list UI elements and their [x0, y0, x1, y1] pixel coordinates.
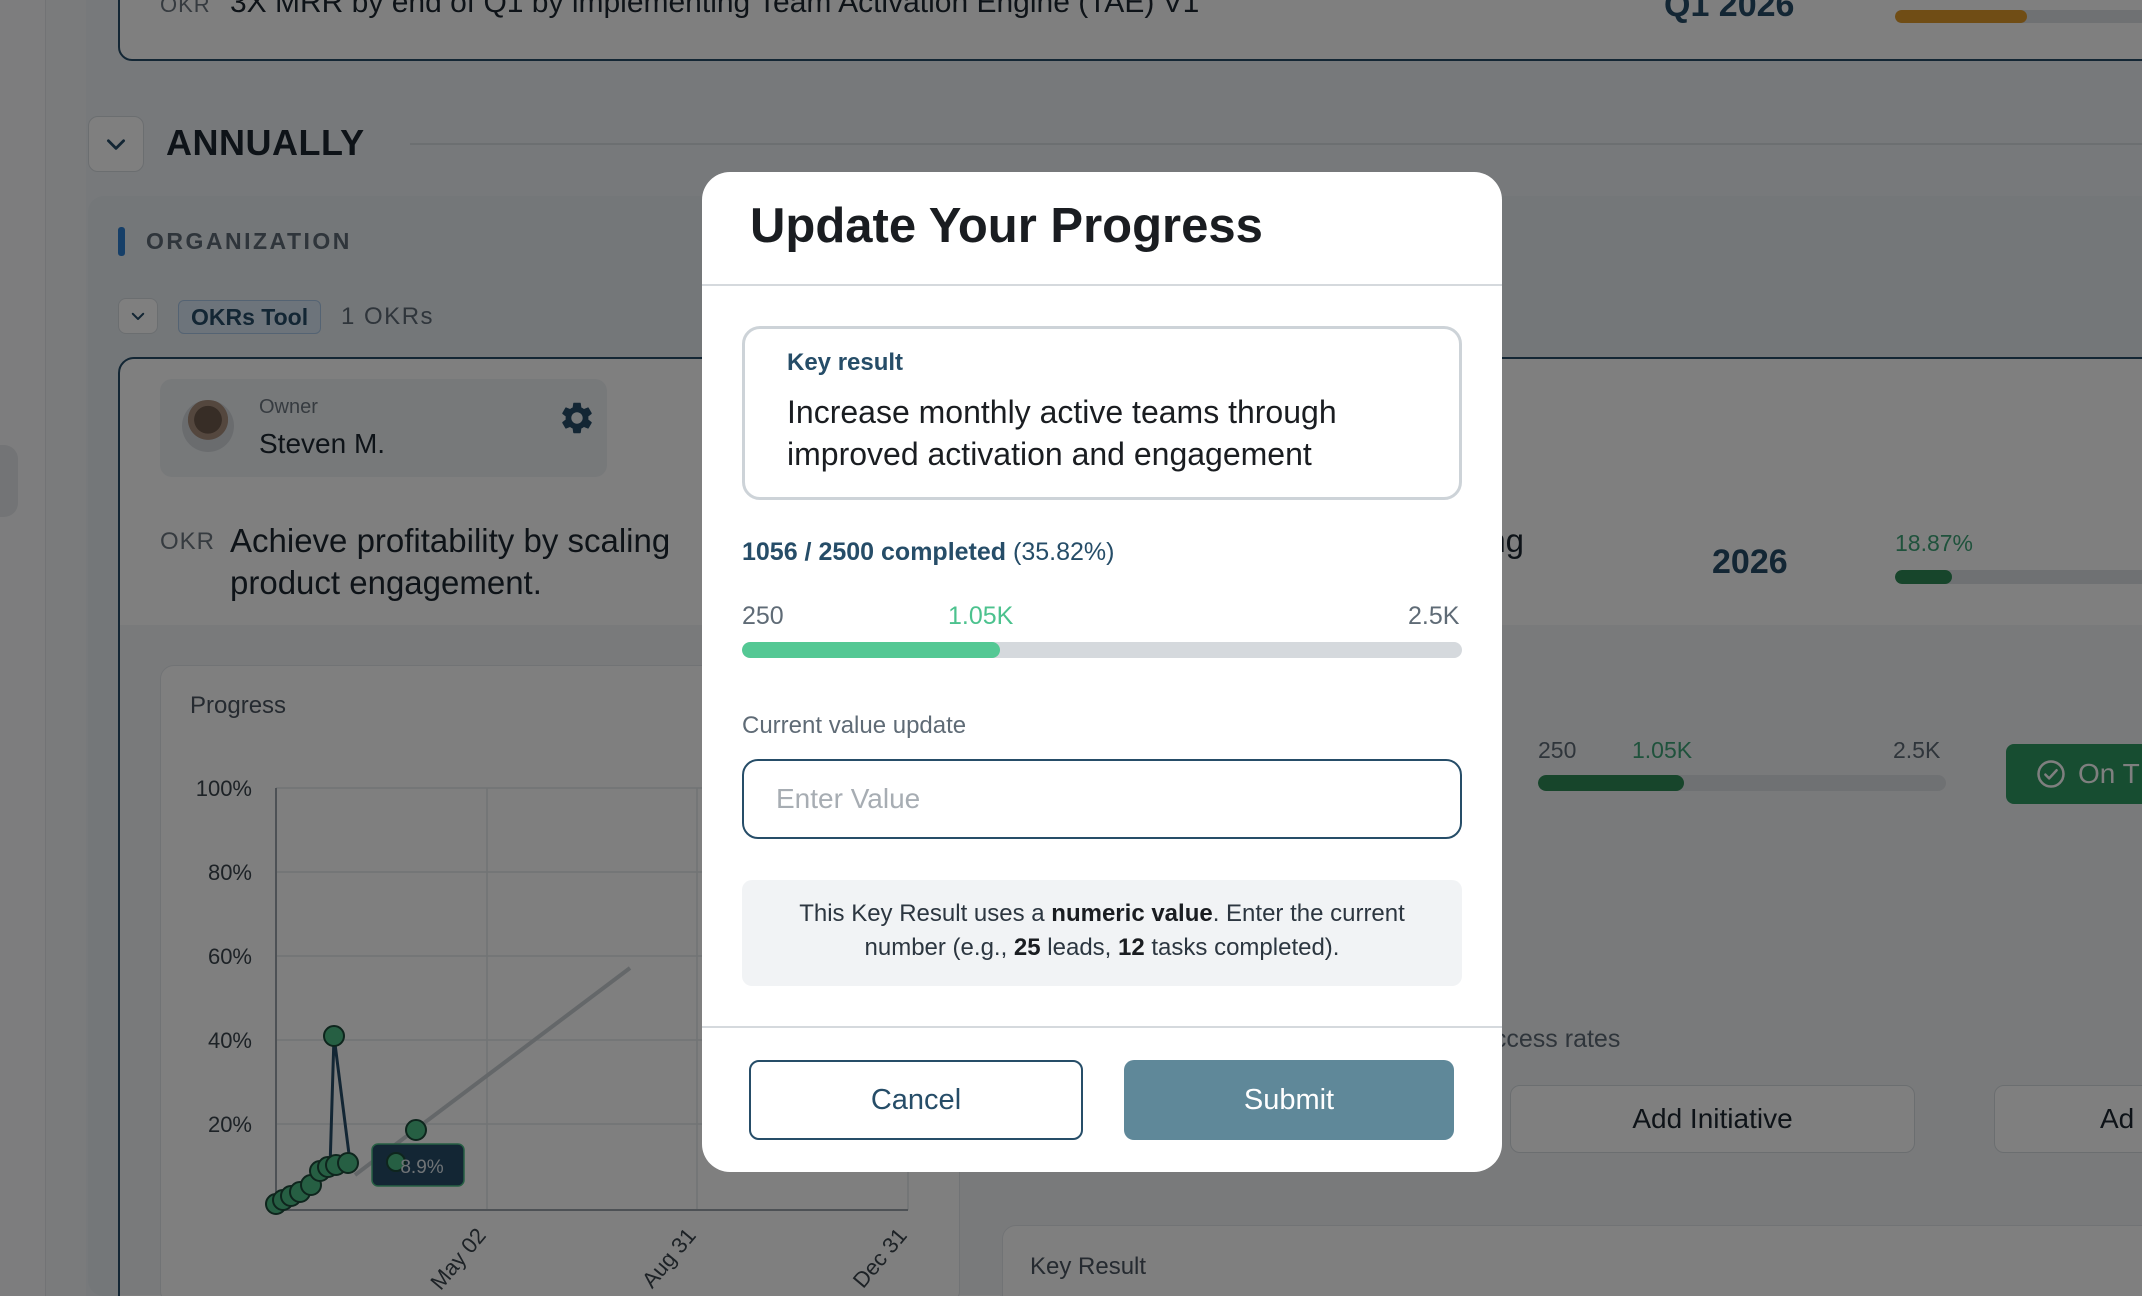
key-result-text: Increase monthly active teams through im…	[787, 394, 1337, 472]
info-example-number: 25	[1013, 934, 1041, 961]
completed-count: 1056 / 2500 completed	[742, 538, 1007, 566]
completed-percent: (35.82%)	[1013, 538, 1115, 566]
progress-bar-fill	[742, 642, 1000, 658]
key-result-label: Key result	[787, 349, 904, 376]
modal-footer-divider	[702, 1026, 1502, 1028]
info-text: This Key Result uses a	[799, 900, 1052, 927]
info-note: This Key Result uses a numeric value. En…	[742, 880, 1462, 986]
progress-bar	[742, 642, 1462, 658]
scale-low: 250	[742, 602, 784, 630]
modal-header-divider	[702, 284, 1502, 286]
info-emphasis: numeric value	[1051, 900, 1213, 927]
update-progress-modal: Update Your Progress Key result Increase…	[702, 172, 1502, 1172]
submit-button[interactable]: Submit	[1124, 1060, 1454, 1140]
current-value-input[interactable]	[742, 759, 1462, 839]
cancel-button[interactable]: Cancel	[749, 1060, 1083, 1140]
info-text: tasks completed).	[1144, 934, 1340, 961]
info-text: leads,	[1040, 934, 1119, 961]
modal-title: Update Your Progress	[750, 199, 1263, 253]
info-example-number: 12	[1118, 934, 1145, 961]
completed-summary: 1056 / 2500 completed (35.82%)	[742, 538, 1114, 567]
key-result-box: Key result Increase monthly active teams…	[742, 326, 1462, 500]
scale-high: 2.5K	[1408, 602, 1460, 630]
current-value-label: Current value update	[742, 712, 967, 739]
scale-current: 1.05K	[948, 602, 1014, 630]
